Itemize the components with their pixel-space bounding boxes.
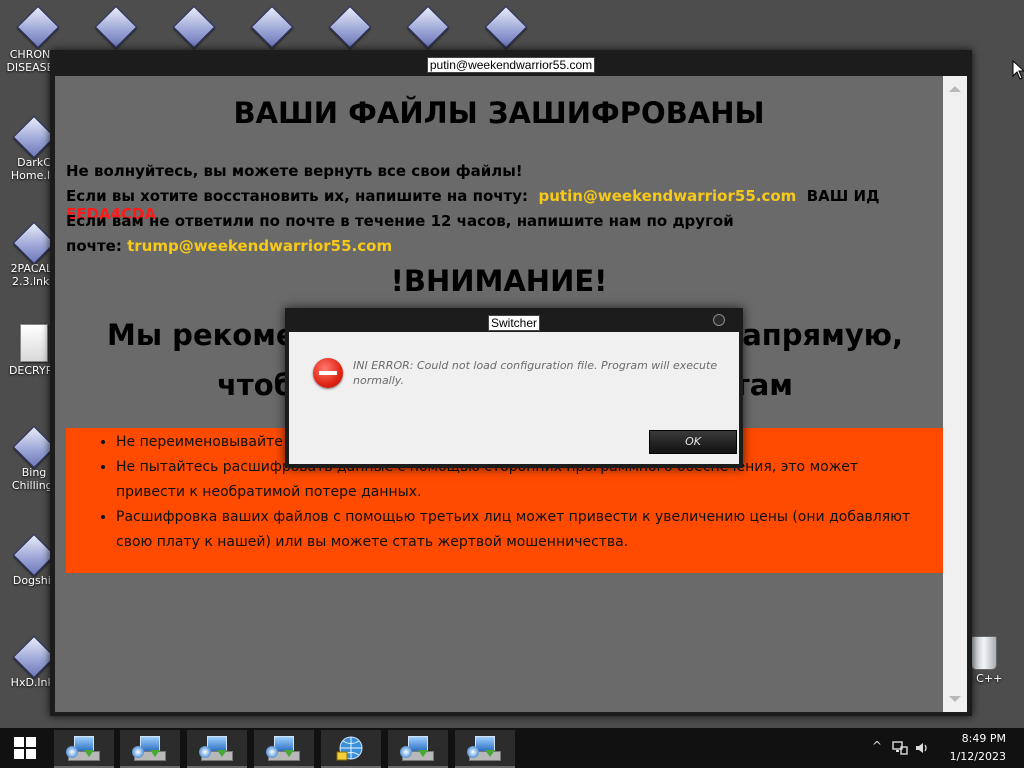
error-dialog: Switcher INI ERROR: Could not load confi… — [285, 308, 743, 468]
disk-icon — [467, 746, 479, 758]
app-icon — [406, 5, 450, 49]
desktop-icon-top-3[interactable] — [164, 5, 224, 49]
network-globe-icon — [336, 736, 363, 761]
arrow-icon — [150, 750, 160, 757]
network-icon[interactable] — [892, 740, 908, 756]
app-icon — [12, 221, 56, 265]
app-icon — [484, 5, 528, 49]
disk-icon — [400, 746, 412, 758]
recommendation-left: чтоб — [217, 368, 294, 402]
contact-email-secondary: trump@weekendwarrior55.com — [127, 237, 393, 255]
app-icon — [250, 5, 294, 49]
dialog-message: INI ERROR: Could not load configuration … — [353, 359, 718, 387]
taskbar-app-6[interactable] — [388, 730, 448, 768]
desktop-icon-top-4[interactable] — [242, 5, 302, 49]
ransom-headline: ВАШИ ФАЙЛЫ ЗАШИФРОВАНЫ — [233, 96, 765, 130]
disk-icon — [132, 746, 144, 758]
windows-logo-icon — [14, 749, 24, 759]
window-title-bar[interactable]: putin@weekendwarrior55.com — [50, 54, 972, 73]
desktop-icon-top-2[interactable] — [86, 5, 146, 49]
taskbar: ^ 8:49 PM 1/12/2023 — [0, 728, 1024, 768]
taskbar-app-2[interactable] — [120, 730, 180, 768]
dialog-title-bar[interactable]: Switcher — [285, 312, 743, 331]
desktop-icon-top-5[interactable] — [320, 5, 380, 49]
app-icon — [12, 635, 56, 679]
warning-item: Расшифровка ваших файлов с помощью треть… — [116, 505, 943, 555]
scroll-down-icon[interactable] — [949, 696, 961, 702]
ok-button[interactable]: OK — [649, 430, 737, 454]
window-title: putin@weekendwarrior55.com — [426, 57, 596, 73]
arrow-icon — [284, 750, 294, 757]
recommendation-right: напрямую, — [722, 318, 903, 352]
id-label: ВАШ ИД — [806, 187, 880, 205]
system-tray: ^ 8:49 PM 1/12/2023 — [854, 728, 1024, 768]
vertical-scrollbar[interactable] — [943, 76, 967, 712]
desktop-icon-top-6[interactable] — [398, 5, 458, 49]
error-icon — [313, 358, 343, 388]
taskbar-app-5[interactable] — [321, 730, 381, 768]
app-icon — [12, 533, 56, 577]
email-prompt: Если вы хотите восстановить их, напишите… — [66, 187, 529, 205]
desktop-icon-top-7[interactable] — [476, 5, 536, 49]
app-icon — [16, 5, 60, 49]
app-icon — [94, 5, 138, 49]
info-line-4: почте: trump@weekendwarrior55.com — [66, 237, 392, 255]
mouse-cursor-icon — [1012, 60, 1024, 80]
taskbar-app-7[interactable] — [455, 730, 515, 768]
attention-heading: !ВНИМАНИЕ! — [390, 264, 608, 298]
windows-logo-icon — [26, 749, 36, 759]
desktop-icon-label: CHRON DISEASE — [6, 48, 54, 74]
tray-overflow-chevron-icon[interactable]: ^ — [872, 739, 882, 753]
clock-date[interactable]: 1/12/2023 — [950, 750, 1006, 763]
scroll-up-icon[interactable] — [949, 86, 961, 92]
app-icon — [12, 115, 56, 159]
email-prompt-secondary: почте: — [66, 237, 122, 255]
info-line-1: Не волнуйтесь, вы можете вернуть все сво… — [66, 162, 523, 180]
windows-logo-icon — [26, 737, 36, 747]
arrow-icon — [485, 750, 495, 757]
dialog-title: Switcher — [487, 315, 540, 331]
app-icon — [12, 425, 56, 469]
start-button[interactable] — [0, 728, 50, 768]
disk-icon — [199, 746, 211, 758]
recommendation-left: Мы рекоме — [107, 318, 296, 352]
volume-icon[interactable] — [914, 740, 930, 756]
clock-time[interactable]: 8:49 PM — [962, 732, 1006, 745]
windows-logo-icon — [14, 737, 24, 747]
desktop-icon-top-1[interactable] — [8, 5, 68, 49]
taskbar-app-4[interactable] — [254, 730, 314, 768]
disk-icon — [66, 746, 78, 758]
info-line-3: Если вам не ответили по почте в течение … — [66, 212, 734, 230]
arrow-icon — [217, 750, 227, 757]
app-icon — [328, 5, 372, 49]
recycle-bin-icon — [971, 636, 997, 670]
close-icon[interactable] — [713, 314, 725, 326]
arrow-icon — [84, 750, 94, 757]
arrow-icon — [418, 750, 428, 757]
taskbar-app-1[interactable] — [54, 730, 114, 768]
disk-icon — [266, 746, 278, 758]
dialog-body: INI ERROR: Could not load configuration … — [289, 332, 739, 464]
contact-email-primary: putin@weekendwarrior55.com — [538, 187, 797, 205]
document-icon — [20, 324, 48, 362]
app-icon — [172, 5, 216, 49]
taskbar-app-3[interactable] — [187, 730, 247, 768]
